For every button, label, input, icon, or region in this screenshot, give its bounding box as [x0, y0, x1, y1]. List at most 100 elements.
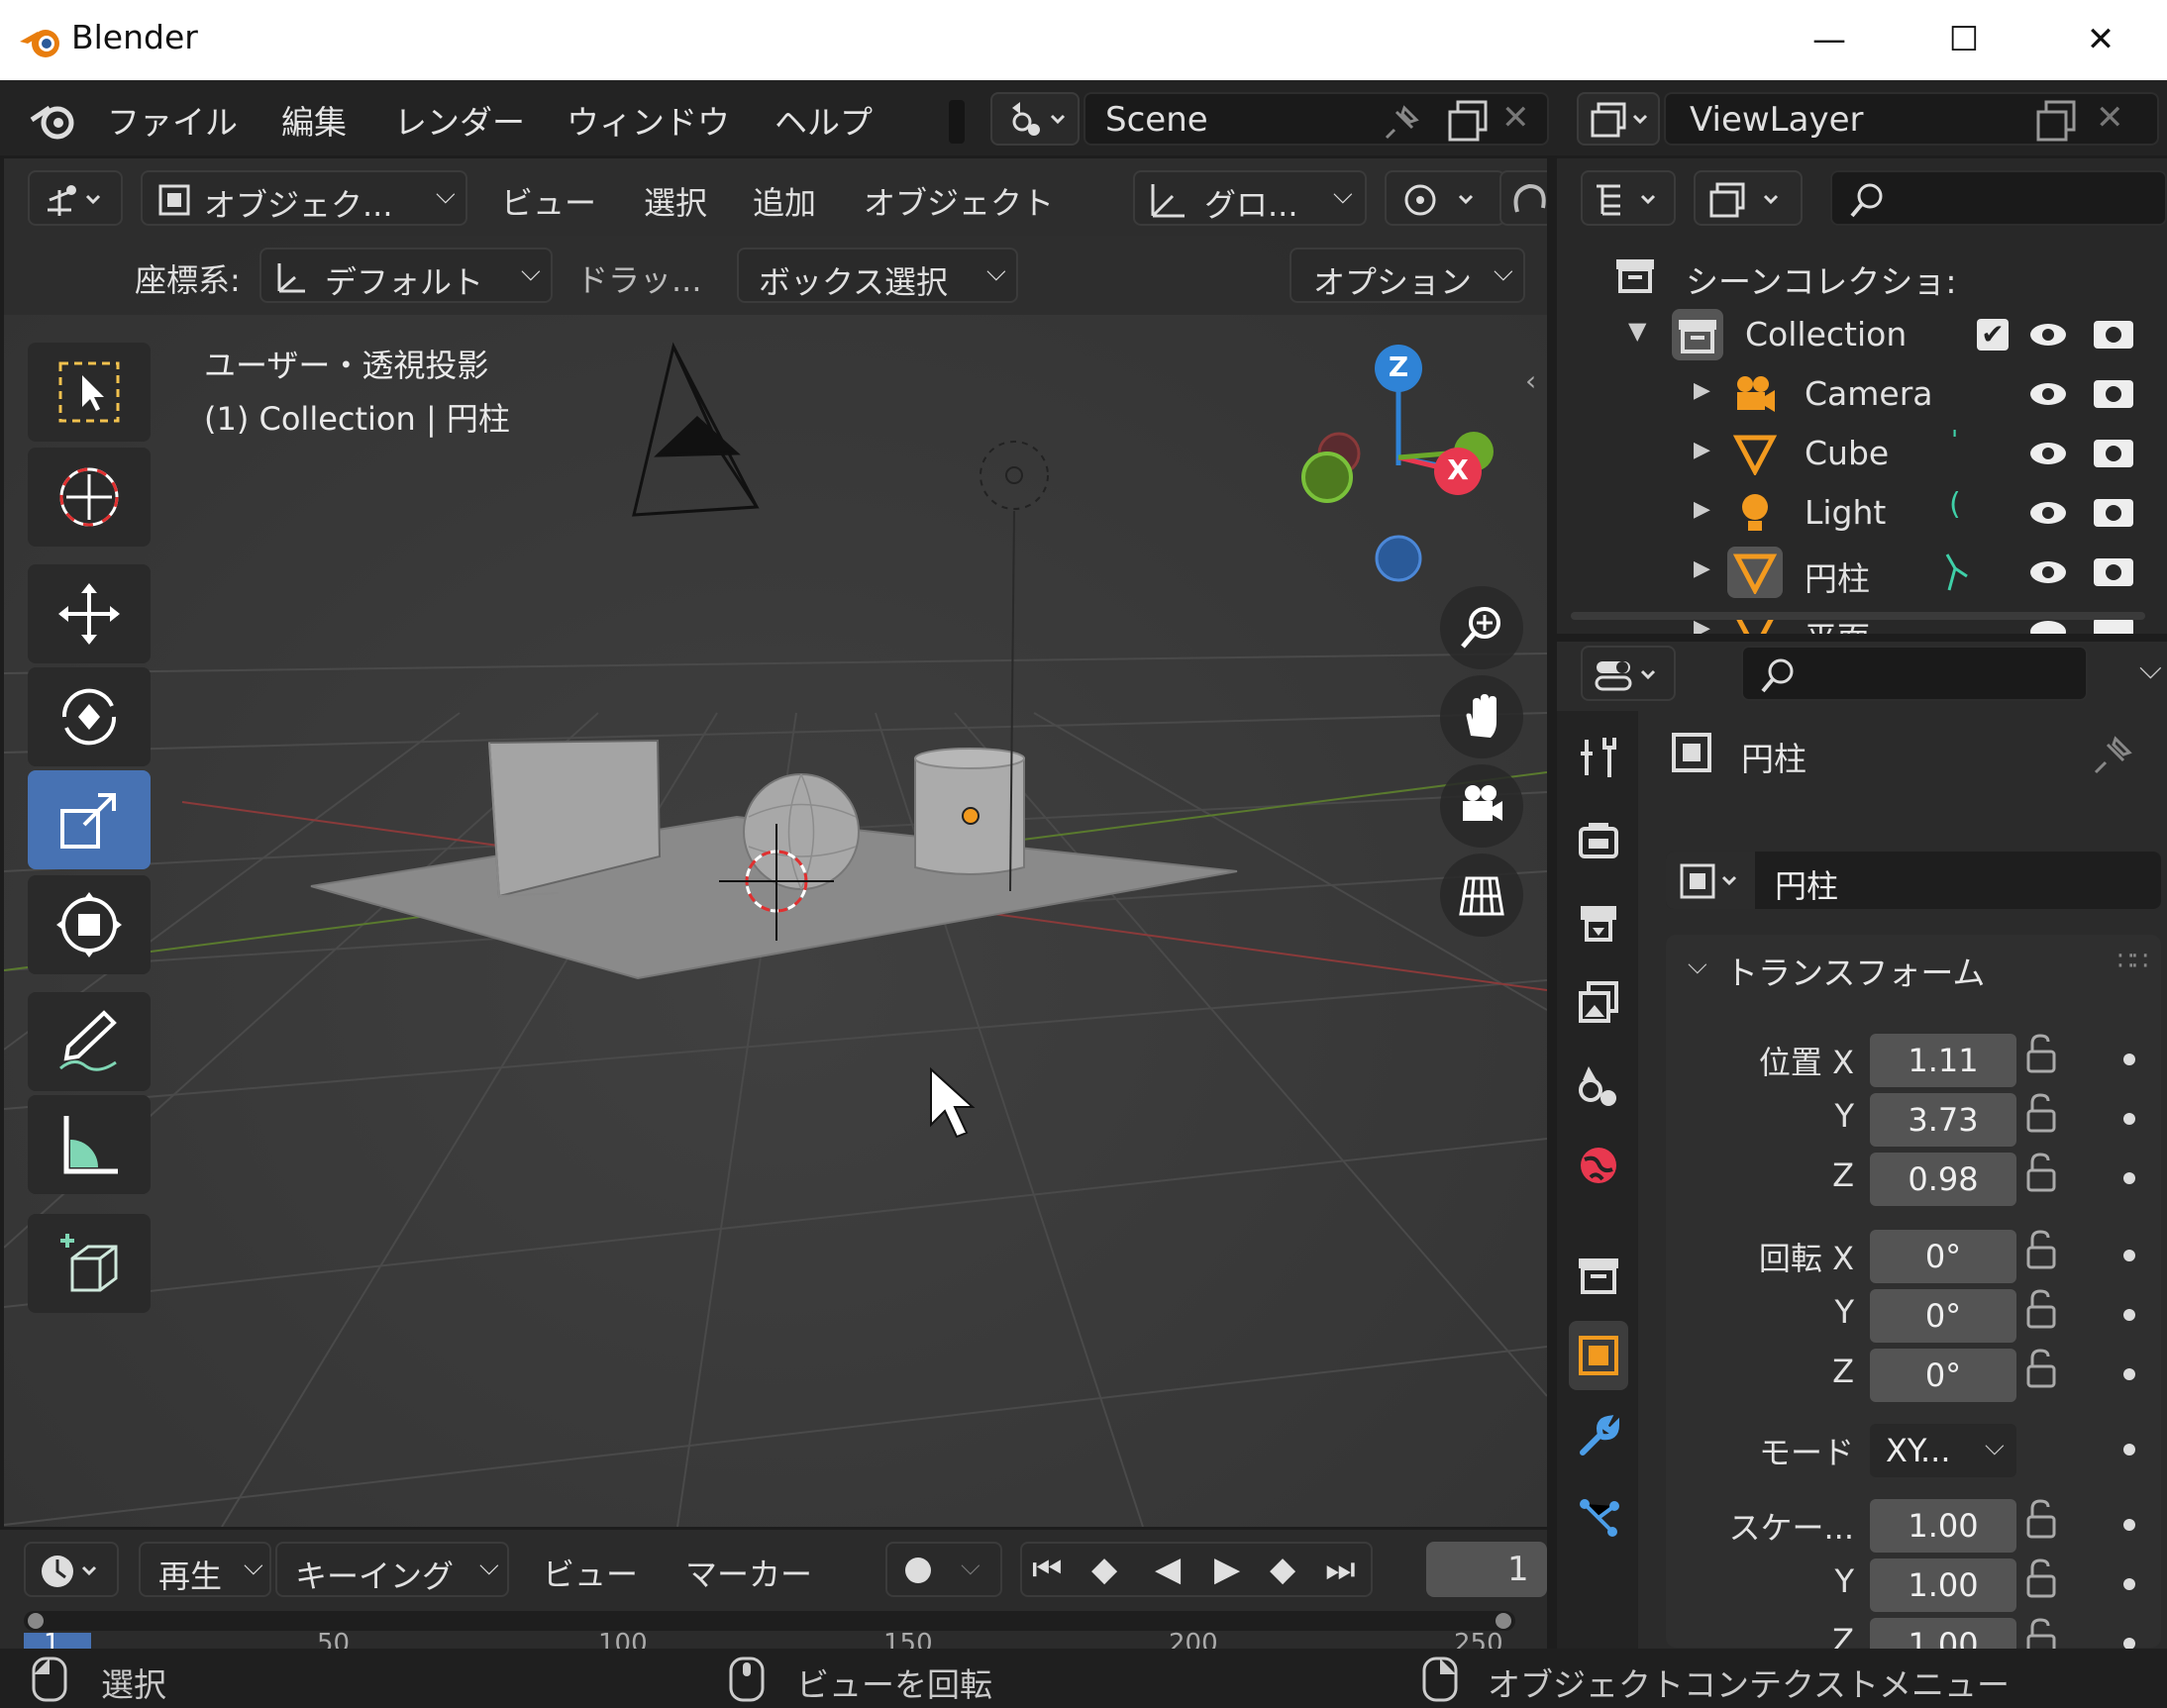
rotation-y-field[interactable]: 0°	[1870, 1289, 2016, 1343]
expand-arrow-icon[interactable]: ▶	[1694, 556, 1710, 581]
tool-scale[interactable]	[28, 770, 151, 869]
scale-x-field[interactable]: 1.00	[1870, 1499, 2016, 1553]
minimize-button[interactable]: —	[1795, 14, 1864, 65]
tool-measure[interactable]	[28, 1095, 151, 1194]
gizmo-z-label[interactable]: Z	[1383, 351, 1414, 383]
rotation-mode-dropdown[interactable]: XY... ⌵	[1870, 1424, 2016, 1477]
scale-y-field[interactable]: 1.00	[1870, 1558, 2016, 1612]
scroll-handle-left[interactable]	[28, 1613, 44, 1629]
menu-file[interactable]: ファイル	[107, 96, 238, 144]
auto-keying-button[interactable]: ⌵	[885, 1542, 1002, 1597]
pin-icon[interactable]	[2092, 733, 2135, 776]
rotation-x-field[interactable]: 0°	[1870, 1230, 2016, 1283]
sidebar-toggle-icon[interactable]: ‹	[1525, 364, 1536, 397]
timeline-menu-marker[interactable]: マーカー	[685, 1550, 812, 1595]
drag-action-dropdown[interactable]: ボックス選択 ⌵	[737, 248, 1018, 303]
display-mode-dropdown[interactable]	[1694, 170, 1803, 226]
tool-move[interactable]	[28, 564, 151, 663]
timeline-menu-view[interactable]: ビュー	[543, 1550, 638, 1595]
prev-keyframe-icon[interactable]: ◆	[1091, 1550, 1117, 1589]
tab-particles[interactable]	[1569, 1483, 1628, 1553]
viewport-3d[interactable]: Z X ユーザー・透視投影 (1) Collection | 円柱 オブジェク.…	[4, 158, 1547, 1527]
panel-collapse-icon[interactable]: ⌵	[1688, 951, 1707, 981]
drag-handle-icon[interactable]: ∷∷	[2117, 947, 2148, 976]
pivot-point-dropdown[interactable]	[1385, 170, 1505, 226]
object-browse-button[interactable]	[1666, 852, 1755, 909]
scene-browse-button[interactable]	[990, 92, 1080, 146]
outliner-scrollbar[interactable]	[1571, 612, 2145, 620]
scroll-handle-right[interactable]	[1496, 1613, 1511, 1629]
options-dropdown[interactable]: オプション ⌵	[1290, 248, 1525, 303]
outliner-row-scene-collection[interactable]: シーンコレクショ:	[1557, 246, 2167, 305]
coordinate-system-dropdown[interactable]: デフォルト ⌵	[259, 248, 553, 303]
mesh-data-icon[interactable]: '	[1951, 426, 1958, 455]
tab-view-layer[interactable]	[1569, 968, 1628, 1038]
new-viewlayer-icon[interactable]	[2034, 100, 2080, 142]
outliner-search-field[interactable]	[1830, 170, 2167, 226]
collapse-arrow-icon[interactable]: ▼	[1628, 317, 1646, 345]
tab-collection[interactable]	[1569, 1240, 1628, 1309]
tab-object[interactable]	[1569, 1321, 1628, 1390]
next-keyframe-icon[interactable]: ◆	[1270, 1550, 1295, 1589]
playback-dropdown[interactable]: 再生 ⌵	[139, 1542, 271, 1597]
tool-annotate[interactable]	[28, 992, 151, 1091]
location-z-field[interactable]: 0.98	[1870, 1153, 2016, 1206]
viewport-menu-view[interactable]: ビュー	[501, 178, 596, 224]
menu-render[interactable]: レンダー	[394, 96, 525, 144]
tab-world[interactable]	[1569, 1131, 1628, 1200]
transform-orientation-dropdown[interactable]: グロ... ⌵	[1133, 170, 1367, 226]
toggle-projection-button[interactable]	[1440, 854, 1523, 937]
delete-scene-icon[interactable]: ✕	[1501, 98, 1530, 138]
tab-modifiers[interactable]	[1569, 1402, 1628, 1471]
proportional-edit-button[interactable]	[1499, 170, 1547, 226]
pan-view-button[interactable]	[1440, 675, 1523, 758]
rotation-z-field[interactable]: 0°	[1870, 1349, 2016, 1402]
current-frame-field[interactable]: 1	[1426, 1542, 1547, 1597]
tool-rotate[interactable]	[28, 667, 151, 766]
chevron-down-icon[interactable]: ⌵	[2139, 652, 2162, 686]
play-icon[interactable]: ▶	[1214, 1550, 1240, 1589]
light-data-icon[interactable]: (	[1949, 487, 1961, 522]
tool-add-cube[interactable]	[28, 1214, 151, 1313]
viewport-menu-add[interactable]: 追加	[753, 178, 816, 224]
jump-end-icon[interactable]: ⏭	[1325, 1550, 1356, 1589]
new-scene-icon[interactable]	[1446, 100, 1492, 142]
viewlayer-name-field[interactable]: ViewLayer ✕	[1664, 92, 2159, 146]
viewport-menu-select[interactable]: 選択	[644, 178, 707, 224]
workspace-tabs-stub[interactable]	[949, 100, 965, 144]
zoom-view-button[interactable]	[1440, 586, 1523, 669]
keying-dropdown[interactable]: キーイング ⌵	[275, 1542, 509, 1597]
menu-edit[interactable]: 編集	[281, 96, 347, 144]
scene-name-field[interactable]: Scene ✕	[1084, 92, 1549, 146]
tab-render[interactable]	[1569, 806, 1628, 875]
properties-editor-type-button[interactable]	[1581, 646, 1676, 701]
outliner-editor-type-button[interactable]	[1581, 170, 1676, 226]
tool-select-box[interactable]	[28, 343, 151, 442]
timeline-editor-type-button[interactable]	[24, 1542, 119, 1597]
properties-search-field[interactable]	[1741, 646, 2088, 701]
mode-dropdown[interactable]: オブジェク... ⌵	[141, 170, 467, 226]
gizmo-x-label[interactable]: X	[1442, 453, 1474, 486]
expand-arrow-icon[interactable]: ▶	[1694, 438, 1710, 462]
tab-output[interactable]	[1569, 887, 1628, 956]
viewlayer-browse-button[interactable]	[1577, 92, 1660, 146]
location-y-field[interactable]: 3.73	[1870, 1093, 2016, 1147]
expand-arrow-icon[interactable]: ▶	[1694, 497, 1710, 522]
transform-panel-title[interactable]: トランスフォーム	[1725, 947, 1985, 994]
menu-help[interactable]: ヘルプ	[774, 96, 873, 144]
close-button[interactable]: ✕	[2066, 14, 2135, 65]
maximize-button[interactable]: ☐	[1929, 14, 1999, 65]
delete-viewlayer-icon[interactable]: ✕	[2096, 98, 2124, 138]
viewport-menu-object[interactable]: オブジェクト	[864, 178, 1054, 224]
jump-start-icon[interactable]: ⏮	[1032, 1550, 1063, 1589]
tool-cursor[interactable]	[28, 448, 151, 547]
tab-tool[interactable]	[1569, 723, 1628, 792]
menu-window[interactable]: ウィンドウ	[567, 96, 730, 144]
expand-arrow-icon[interactable]: ▶	[1694, 378, 1710, 403]
timeline-scrollbar[interactable]	[24, 1611, 1515, 1631]
tab-scene[interactable]	[1569, 1050, 1628, 1119]
blender-menu-icon[interactable]	[28, 98, 79, 142]
play-reverse-icon[interactable]: ◀	[1155, 1550, 1181, 1589]
pin-icon[interactable]	[1383, 102, 1422, 142]
scale-z-field[interactable]: 1.00	[1870, 1618, 2016, 1649]
